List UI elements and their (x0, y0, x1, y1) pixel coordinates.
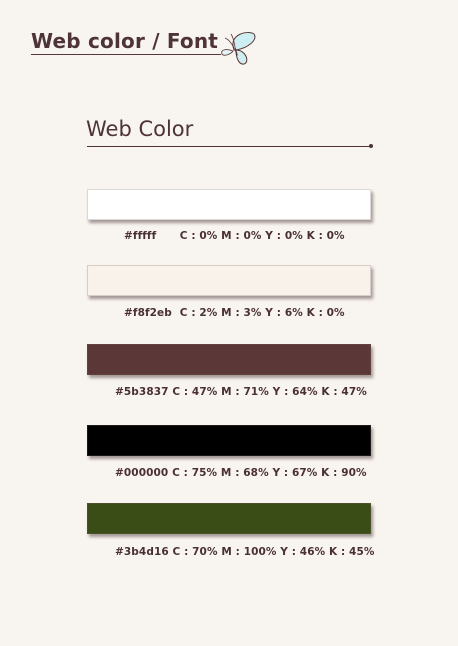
hex-code: #f8f2eb (124, 307, 172, 319)
color-label-plum: #5b3837 C : 47% M : 71% Y : 64% K : 47% (115, 386, 367, 398)
cmyk-values: C : 47% M : 71% Y : 64% K : 47% (172, 386, 367, 398)
hex-code: #000000 (115, 467, 169, 479)
color-swatch-cream (87, 265, 371, 296)
color-label-black: #000000 C : 75% M : 68% Y : 67% K : 90% (115, 467, 367, 479)
butterfly-icon (221, 32, 256, 65)
color-swatch-plum (87, 344, 371, 375)
section-title: Web Color (86, 117, 194, 141)
divider-dot (369, 144, 373, 148)
hex-code: #3b4d16 (115, 546, 169, 558)
hex-code: #5b3837 (115, 386, 169, 398)
color-swatch-white (87, 189, 371, 220)
page-title: Web color / Font (31, 29, 219, 53)
title-underline (31, 54, 221, 55)
section-divider (87, 146, 371, 147)
color-label-white: #fffff C : 0% M : 0% Y : 0% K : 0% (124, 230, 345, 242)
color-swatch-black (87, 425, 371, 456)
cmyk-values: C : 75% M : 68% Y : 67% K : 90% (172, 467, 367, 479)
color-swatch-olive (87, 503, 371, 534)
color-label-olive: #3b4d16 C : 70% M : 100% Y : 46% K : 45% (115, 546, 374, 558)
cmyk-values: C : 0% M : 0% Y : 0% K : 0% (179, 230, 345, 242)
cmyk-values: C : 2% M : 3% Y : 6% K : 0% (179, 307, 345, 319)
color-label-cream: #f8f2eb C : 2% M : 3% Y : 6% K : 0% (124, 307, 345, 319)
cmyk-values: C : 70% M : 100% Y : 46% K : 45% (172, 546, 375, 558)
hex-code: #fffff (124, 230, 157, 242)
